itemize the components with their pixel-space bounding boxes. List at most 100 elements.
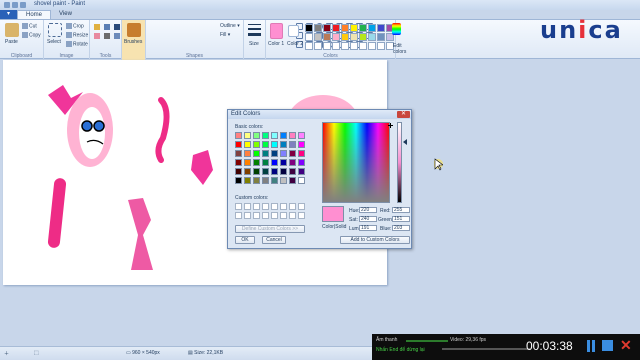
basic-color-swatch[interactable] — [298, 150, 305, 157]
palette-swatch[interactable] — [359, 33, 367, 41]
crop-button[interactable]: Crop — [66, 23, 84, 29]
undo-icon[interactable] — [20, 2, 26, 8]
basic-color-swatch[interactable] — [253, 141, 260, 148]
basic-color-swatch[interactable] — [271, 132, 278, 139]
rotate-button[interactable]: Rotate — [66, 41, 88, 47]
palette-swatch[interactable] — [368, 24, 376, 32]
basic-color-swatch[interactable] — [253, 159, 260, 166]
basic-color-swatch[interactable] — [235, 132, 242, 139]
basic-color-swatch[interactable] — [280, 132, 287, 139]
basic-color-swatch[interactable] — [262, 132, 269, 139]
basic-color-swatch[interactable] — [235, 159, 242, 166]
size-button[interactable]: Size — [244, 20, 266, 60]
custom-color-slot[interactable] — [262, 203, 269, 210]
palette-swatch[interactable] — [341, 42, 349, 50]
basic-colors-grid[interactable] — [235, 132, 305, 184]
custom-color-slot[interactable] — [253, 212, 260, 219]
palette-swatch[interactable] — [305, 42, 313, 50]
basic-color-swatch[interactable] — [271, 150, 278, 157]
basic-color-swatch[interactable] — [244, 132, 251, 139]
palette-swatch[interactable] — [350, 42, 358, 50]
custom-color-slot[interactable] — [253, 203, 260, 210]
basic-color-swatch[interactable] — [271, 177, 278, 184]
basic-color-swatch[interactable] — [271, 159, 278, 166]
luminosity-arrow-icon[interactable] — [403, 139, 407, 145]
basic-color-swatch[interactable] — [253, 150, 260, 157]
tab-view[interactable]: View — [51, 10, 80, 19]
palette-swatch[interactable] — [305, 33, 313, 41]
custom-color-slot[interactable] — [244, 212, 251, 219]
palette-swatch[interactable] — [377, 42, 385, 50]
custom-color-slot[interactable] — [244, 203, 251, 210]
palette-swatch[interactable] — [323, 42, 331, 50]
basic-color-swatch[interactable] — [271, 141, 278, 148]
palette-swatch[interactable] — [332, 42, 340, 50]
palette-swatch[interactable] — [341, 24, 349, 32]
basic-color-swatch[interactable] — [280, 159, 287, 166]
basic-color-swatch[interactable] — [289, 168, 296, 175]
palette-swatch[interactable] — [359, 24, 367, 32]
save-icon[interactable] — [12, 2, 18, 8]
basic-color-swatch[interactable] — [235, 150, 242, 157]
cancel-button[interactable]: Cancel — [262, 236, 286, 244]
color-spectrum[interactable] — [322, 122, 390, 203]
basic-color-swatch[interactable] — [289, 177, 296, 184]
file-menu-button[interactable]: ▾ — [0, 10, 18, 19]
palette-swatch[interactable] — [341, 33, 349, 41]
custom-color-slot[interactable] — [235, 212, 242, 219]
stop-icon[interactable] — [602, 340, 613, 351]
brushes-button[interactable]: Brushes — [122, 20, 146, 60]
palette-swatch[interactable] — [368, 42, 376, 50]
paste-icon[interactable] — [5, 23, 19, 37]
color1-swatch[interactable] — [270, 23, 283, 39]
custom-color-slot[interactable] — [262, 212, 269, 219]
basic-color-swatch[interactable] — [289, 159, 296, 166]
define-custom-colors-button[interactable]: Define Custom Colors >> — [235, 225, 305, 233]
magnifier-icon[interactable] — [114, 33, 120, 39]
color2-swatch[interactable] — [288, 25, 299, 37]
basic-color-swatch[interactable] — [235, 141, 242, 148]
green-field[interactable]: 151 — [392, 216, 410, 222]
palette-swatch[interactable] — [323, 24, 331, 32]
palette-swatch[interactable] — [359, 42, 367, 50]
blue-field[interactable]: 203 — [392, 225, 410, 231]
cut-button[interactable]: Cut — [22, 23, 37, 29]
custom-color-slot[interactable] — [235, 203, 242, 210]
select-icon[interactable] — [48, 23, 62, 37]
color-palette[interactable] — [305, 24, 394, 50]
basic-color-swatch[interactable] — [244, 177, 251, 184]
pause-icon[interactable] — [586, 340, 596, 352]
custom-color-slot[interactable] — [298, 212, 305, 219]
pencil-icon[interactable] — [94, 24, 100, 30]
basic-color-swatch[interactable] — [298, 132, 305, 139]
sat-field[interactable]: 240 — [359, 216, 377, 222]
basic-color-swatch[interactable] — [289, 150, 296, 157]
paste-button[interactable]: Paste — [5, 39, 18, 45]
palette-swatch[interactable] — [377, 33, 385, 41]
edit-colors-icon[interactable] — [392, 23, 401, 35]
basic-color-swatch[interactable] — [253, 132, 260, 139]
basic-color-swatch[interactable] — [244, 150, 251, 157]
custom-color-slot[interactable] — [271, 203, 278, 210]
palette-swatch[interactable] — [323, 33, 331, 41]
basic-color-swatch[interactable] — [289, 132, 296, 139]
palette-swatch[interactable] — [350, 33, 358, 41]
lum-field[interactable]: 191 — [359, 225, 377, 231]
basic-color-swatch[interactable] — [244, 168, 251, 175]
custom-color-slot[interactable] — [298, 203, 305, 210]
custom-color-slot[interactable] — [280, 212, 287, 219]
color-picker-icon[interactable] — [104, 33, 110, 39]
palette-swatch[interactable] — [332, 33, 340, 41]
basic-color-swatch[interactable] — [262, 150, 269, 157]
dialog-close-button[interactable]: ✕ — [397, 111, 410, 118]
basic-color-swatch[interactable] — [262, 177, 269, 184]
quick-access-toolbar[interactable] — [4, 2, 26, 8]
basic-color-swatch[interactable] — [271, 168, 278, 175]
hue-field[interactable]: 220 — [359, 207, 377, 213]
palette-swatch[interactable] — [332, 24, 340, 32]
custom-color-slot[interactable] — [289, 203, 296, 210]
basic-color-swatch[interactable] — [262, 168, 269, 175]
basic-color-swatch[interactable] — [253, 168, 260, 175]
tab-home[interactable]: Home — [17, 10, 52, 19]
edit-colors-button[interactable]: Edit colors — [393, 43, 409, 55]
